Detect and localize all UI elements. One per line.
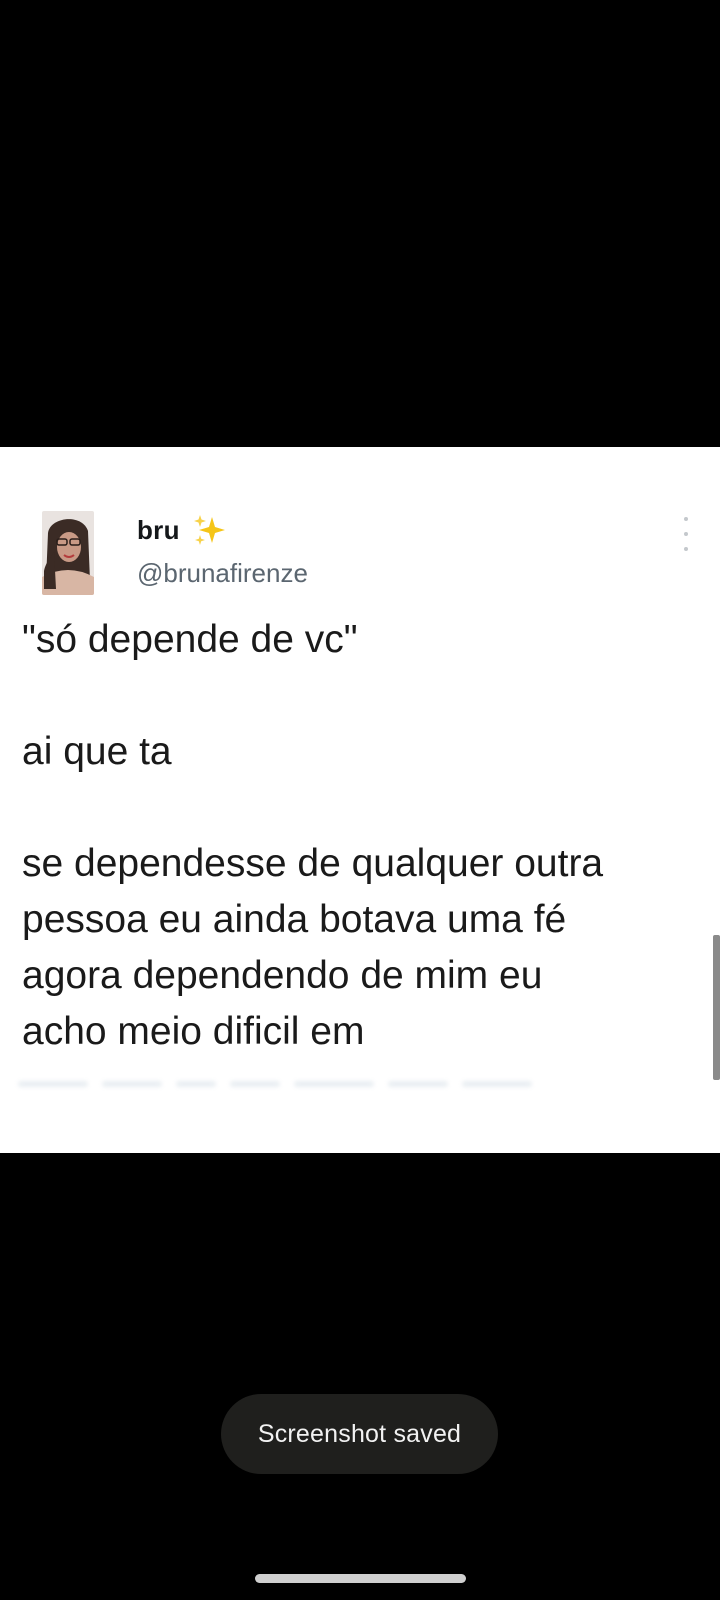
display-name[interactable]: bru	[137, 515, 180, 546]
tweet-line: agora dependendo de mim eu	[22, 954, 543, 997]
tweet-line: "só depende de vc"	[22, 618, 358, 661]
tweet-line: ai que ta	[22, 730, 172, 773]
display-name-row: bru	[137, 513, 226, 547]
toast-message: Screenshot saved	[257, 1419, 462, 1448]
tweet-text: "só depende de vc" ai que ta se dependes…	[22, 612, 702, 1060]
tweet-line: se dependesse de qualquer outra	[22, 842, 604, 885]
avatar-image	[42, 511, 94, 595]
cropped-text-remnant	[18, 1073, 548, 1091]
image-viewer: bru @brunafirenze "só depende de vc" ai …	[0, 0, 720, 1600]
home-indicator[interactable]	[255, 1574, 466, 1583]
handle[interactable]: @brunafirenze	[137, 558, 308, 589]
tweet-screenshot: bru @brunafirenze "só depende de vc" ai …	[0, 447, 720, 1153]
scrollbar[interactable]	[713, 935, 720, 1080]
tweet-line: acho meio dificil em	[22, 1010, 365, 1053]
tweet-line: pessoa eu ainda botava uma fé	[22, 898, 567, 941]
sparkles-icon	[192, 513, 226, 547]
avatar	[42, 511, 94, 595]
screenshot-saved-toast: Screenshot saved	[221, 1394, 498, 1474]
more-vertical-icon[interactable]	[674, 517, 698, 551]
